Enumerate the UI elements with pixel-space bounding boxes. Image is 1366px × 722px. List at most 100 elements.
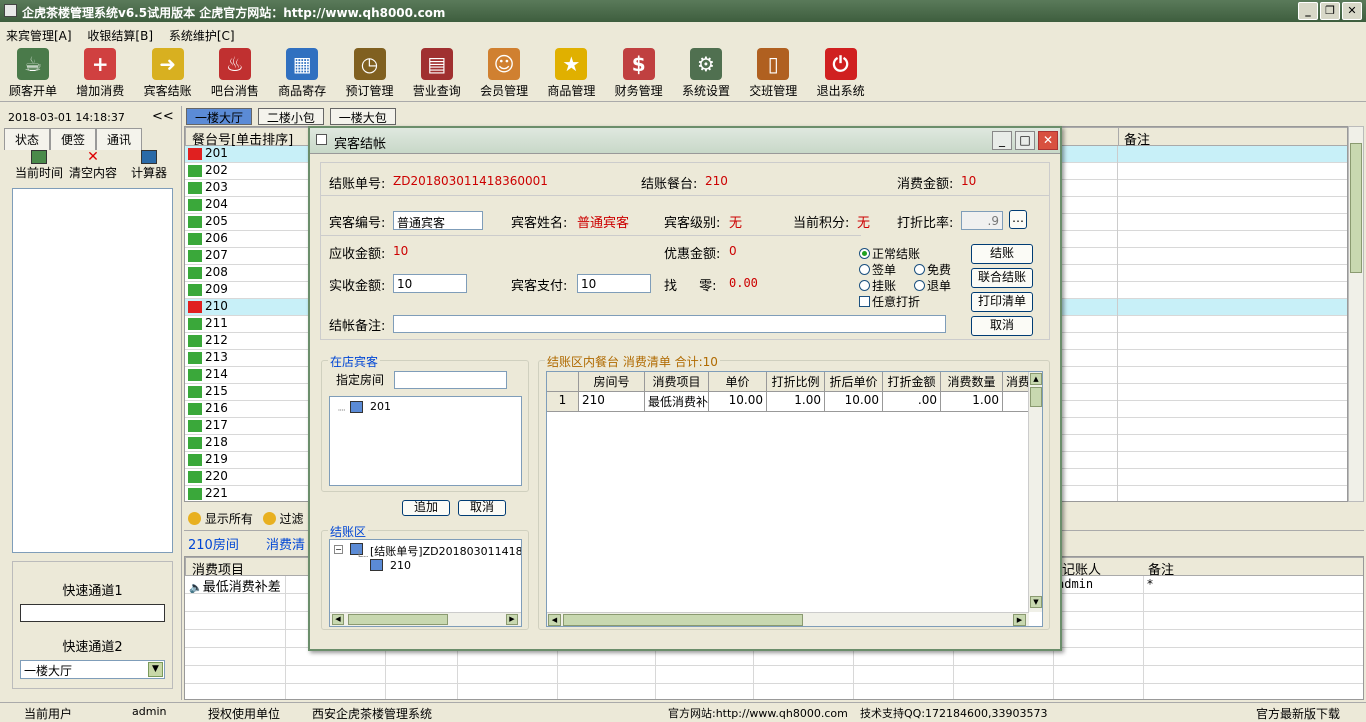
room-icon xyxy=(370,559,383,571)
cancel-button[interactable]: 取消 xyxy=(971,316,1033,336)
toolbar-button-7[interactable]: ☺ 会员管理 xyxy=(471,46,537,100)
status-site[interactable]: 官方网站:http://www.qh8000.com xyxy=(668,705,848,721)
any-discount-checkbox[interactable]: 任意打折 xyxy=(859,293,920,310)
tree-hscroll[interactable]: ◀ ▶ xyxy=(330,612,521,626)
amount-value: 10 xyxy=(961,174,977,188)
toolbar-button-9[interactable]: $ 财务管理 xyxy=(606,46,672,100)
tab-floor2-small[interactable]: 二楼小包 xyxy=(257,108,324,125)
clear-button[interactable]: ✕ 清空内容 xyxy=(68,150,118,181)
calculator-label: 计算器 xyxy=(130,166,167,180)
toolbar-button-5[interactable]: ◷ 预订管理 xyxy=(337,46,403,100)
free-flag-icon xyxy=(188,471,202,483)
toolbar-button-2[interactable]: ➜ 宾客结账 xyxy=(135,46,201,100)
scroll-up-icon[interactable]: ▲ xyxy=(1030,373,1042,385)
toolbar-button-12[interactable]: ⏻ 退出系统 xyxy=(808,46,874,100)
radio-sign[interactable]: 签单 xyxy=(859,261,896,278)
filter-bar: 显示所有 过滤 xyxy=(188,510,304,527)
list-cell[interactable]: 10.00 xyxy=(709,392,767,412)
dialog-close-icon[interactable]: ✕ xyxy=(1038,131,1058,150)
instore-group: 在店宾客 指定房间 ┈ 201 xyxy=(321,353,529,492)
scroll-right-icon[interactable]: ▶ xyxy=(506,614,518,625)
toolbar-button-8[interactable]: ★ 商品管理 xyxy=(538,46,604,100)
chevron-down-icon[interactable]: ▼ xyxy=(148,662,163,677)
list-cell[interactable]: 10.00 xyxy=(825,392,883,412)
checkout-tree-child[interactable]: 210 xyxy=(390,559,411,572)
toolbar-button-11[interactable]: ▯ 交班管理 xyxy=(740,46,806,100)
dialog-minimize-icon[interactable]: _ xyxy=(992,131,1012,150)
guest-pay-input[interactable]: 10 xyxy=(577,274,651,293)
show-all-button[interactable]: 显示所有 xyxy=(205,512,253,526)
discount-more-button[interactable]: … xyxy=(1009,210,1027,229)
scroll-left-icon[interactable]: ◀ xyxy=(332,614,344,625)
grid-scrollbar[interactable] xyxy=(1348,126,1364,502)
close-icon[interactable]: ✕ xyxy=(1342,2,1362,20)
print-list-button[interactable]: 打印清单 xyxy=(971,292,1033,312)
scroll-thumb[interactable] xyxy=(1350,143,1362,273)
list-cell[interactable]: 1.00 xyxy=(767,392,825,412)
toolbar-button-0[interactable]: ☕ 顾客开单 xyxy=(0,46,66,100)
hscroll-thumb[interactable] xyxy=(563,614,803,626)
toolbar-label: 商品寄存 xyxy=(278,84,327,98)
list-cell[interactable]: .00 xyxy=(883,392,941,412)
list-hscroll[interactable]: ◀ ▶ xyxy=(547,612,1029,626)
dialog-maximize-icon[interactable]: □ xyxy=(1015,131,1035,150)
menu-checkout[interactable]: 收银结算[B] xyxy=(81,24,159,47)
minimize-icon[interactable]: _ xyxy=(1298,2,1318,20)
toolbar-button-10[interactable]: ⚙ 系统设置 xyxy=(673,46,739,100)
calculator-button[interactable]: 计算器 xyxy=(124,150,174,181)
bill-no-label: 结账单号: xyxy=(329,177,386,192)
status-download[interactable]: 官方最新版下载 xyxy=(1256,705,1340,722)
current-time-button[interactable]: 当前时间 xyxy=(14,150,64,181)
maximize-icon[interactable]: ❐ xyxy=(1320,2,1340,20)
free-flag-icon xyxy=(188,284,202,296)
room-spec-input[interactable] xyxy=(394,371,507,389)
instore-room-201[interactable]: 201 xyxy=(370,400,391,413)
filter-button[interactable]: 过滤 xyxy=(280,512,304,526)
radio-normal[interactable]: 正常结账 xyxy=(859,245,920,262)
quick-channel-2-select[interactable]: 一楼大厅 ▼ xyxy=(20,660,165,679)
list-cell[interactable]: 1.00 xyxy=(941,392,1003,412)
joint-checkout-button[interactable]: 联合结账 xyxy=(971,268,1033,288)
tree-collapse-icon[interactable]: − xyxy=(334,545,343,554)
list-vscroll[interactable]: ▲ ▼ xyxy=(1028,372,1042,612)
scroll-thumb[interactable] xyxy=(1030,387,1042,407)
menu-system[interactable]: 系统维护[C] xyxy=(163,24,241,47)
list-cell[interactable]: 最低消费补 xyxy=(645,392,709,412)
toolbar-label: 会员管理 xyxy=(480,84,529,98)
list-cell[interactable]: 210 xyxy=(579,392,645,412)
toolbar-button-4[interactable]: ▦ 商品寄存 xyxy=(269,46,335,100)
tab-floor1-big[interactable]: 一楼大包 xyxy=(329,108,396,125)
append-button[interactable]: 追加 xyxy=(402,500,450,516)
scroll-left-icon[interactable]: ◀ xyxy=(548,614,561,626)
tab-status[interactable]: 状态 xyxy=(4,128,51,150)
toolbar-label: 退出系统 xyxy=(816,84,865,98)
checkout-button[interactable]: 结账 xyxy=(971,244,1033,264)
radio-hang[interactable]: 挂账 xyxy=(859,277,896,294)
hscroll-thumb[interactable] xyxy=(348,614,448,625)
notes-textarea[interactable] xyxy=(12,188,173,553)
paid-input[interactable]: 10 xyxy=(393,274,467,293)
note-input[interactable] xyxy=(393,315,946,333)
toolbar-button-1[interactable]: + 增加消费 xyxy=(67,46,133,100)
radio-refund[interactable]: 退单 xyxy=(914,277,951,294)
checkout-tree-root[interactable]: [结账单号]ZD2018030114183 xyxy=(370,543,521,559)
tab-floor1-hall[interactable]: 一楼大厅 xyxy=(186,108,253,125)
append-cancel-button[interactable]: 取消 xyxy=(458,500,506,516)
guest-id-label: 宾客编号: xyxy=(329,216,386,231)
quick-channel-1-label: 快速通道1 xyxy=(62,584,123,599)
radio-free[interactable]: 免费 xyxy=(914,261,951,278)
tab-notes[interactable]: 便签 xyxy=(50,128,97,150)
toolbar-button-3[interactable]: ♨ 吧台消售 xyxy=(202,46,268,100)
collapse-button[interactable]: << xyxy=(152,109,174,124)
discount-input[interactable]: .9 xyxy=(961,211,1003,230)
scroll-right-icon[interactable]: ▶ xyxy=(1013,614,1026,626)
guest-id-input[interactable]: 普通宾客 xyxy=(393,211,483,230)
area-tabs: 一楼大厅 二楼小包 一楼大包 xyxy=(186,108,396,125)
toolbar-button-6[interactable]: ▤ 营业查询 xyxy=(404,46,470,100)
scroll-down-icon[interactable]: ▼ xyxy=(1030,596,1042,608)
tab-comm[interactable]: 通讯 xyxy=(96,128,143,150)
menu-guest[interactable]: 来宾管理[A] xyxy=(0,24,78,47)
quick-channel-1-input[interactable] xyxy=(20,604,165,622)
status-user: admin xyxy=(132,705,167,718)
list-header-cell xyxy=(547,372,579,392)
